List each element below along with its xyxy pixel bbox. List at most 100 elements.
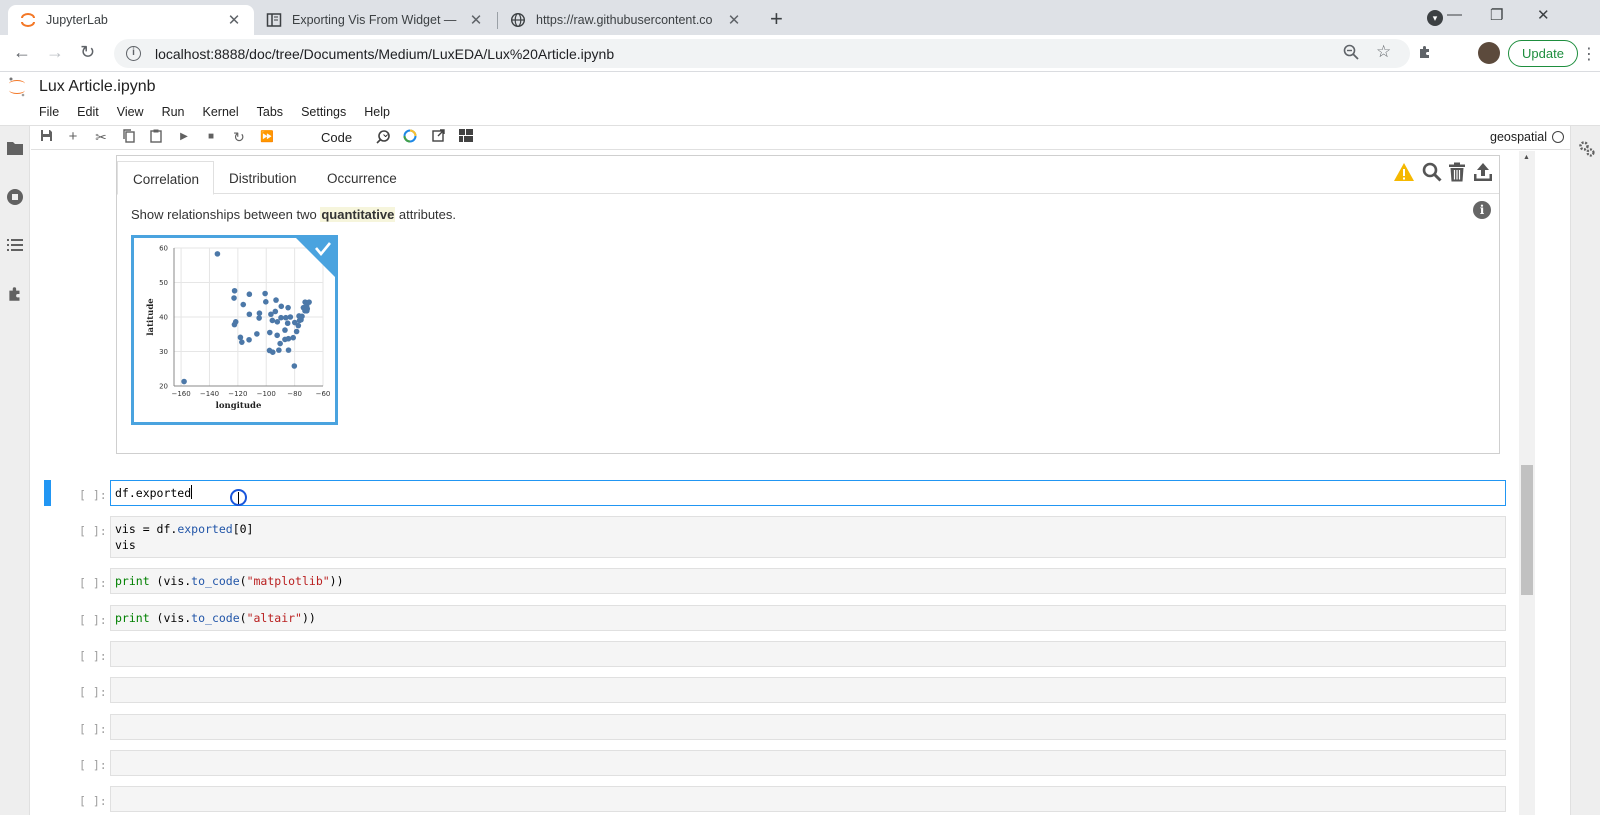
scatter-point	[240, 301, 247, 308]
tab-correlation[interactable]: Correlation	[117, 161, 214, 195]
warning-icon[interactable]	[1393, 162, 1415, 182]
run-cell-icon[interactable]: ▶	[176, 129, 192, 145]
code-keyword: print	[115, 574, 150, 588]
menu-view[interactable]: View	[117, 105, 144, 119]
code-text: [0]	[232, 522, 254, 536]
zoom-icon[interactable]	[1343, 44, 1359, 64]
extension-manager-icon[interactable]	[6, 285, 24, 303]
lux-intent-description: Show relationships between two quantitat…	[131, 207, 456, 222]
code-cell-active[interactable]: [ ]: df.exported	[31, 480, 1511, 506]
table-of-contents-icon[interactable]	[6, 237, 24, 255]
browser-tab-lux-docs[interactable]: Exporting Vis From Widget — Lu ✕	[254, 5, 496, 35]
menu-file[interactable]: File	[39, 105, 59, 119]
address-bar[interactable]: i localhost:8888/doc/tree/Documents/Medi…	[114, 39, 1410, 68]
back-icon[interactable]: ←	[13, 42, 31, 63]
running-kernels-icon[interactable]	[6, 188, 24, 206]
cell-editor[interactable]: vis = df.exported[0] vis	[110, 516, 1506, 558]
browser-tab-raw-github[interactable]: https://raw.githubusercontent.co ✕	[498, 5, 754, 35]
vis-card-selected[interactable]: −160 −140 −120 −100 −80 −60 20 30 40 50 60 longitud…	[131, 235, 338, 425]
menu-tabs[interactable]: Tabs	[257, 105, 283, 119]
minimize-icon[interactable]: —	[1447, 6, 1462, 23]
new-tab-button[interactable]: +	[770, 6, 783, 32]
cell-editor[interactable]: df.exported	[110, 480, 1506, 506]
scatter-point	[284, 320, 291, 327]
close-tab-icon[interactable]: ✕	[226, 11, 242, 29]
browser-tab-jupyterlab[interactable]: JupyterLab ✕	[8, 5, 254, 35]
restart-kernel-icon[interactable]: ↻	[231, 129, 247, 145]
tab-occurrence[interactable]: Occurrence	[312, 161, 409, 195]
notebook-scrollbar[interactable]: ▲	[1519, 151, 1535, 815]
y-tick-label: 60	[159, 245, 168, 253]
code-cell-empty[interactable]: [ ]:	[31, 677, 1511, 703]
cut-icon[interactable]: ✂	[93, 129, 109, 145]
close-tab-icon[interactable]: ✕	[726, 11, 742, 29]
copy-icon[interactable]	[121, 129, 137, 145]
restart-run-all-icon[interactable]: ⏩	[259, 129, 275, 145]
code-cell-empty[interactable]: [ ]:	[31, 750, 1511, 776]
cell-editor[interactable]	[110, 786, 1506, 812]
menu-edit[interactable]: Edit	[77, 105, 99, 119]
restore-icon[interactable]: ❐	[1490, 6, 1503, 24]
scatter-point	[278, 303, 285, 310]
menu-settings[interactable]: Settings	[301, 105, 346, 119]
scatter-point	[276, 347, 282, 353]
forward-icon[interactable]: →	[46, 42, 64, 63]
property-inspector-gears-icon[interactable]	[1578, 140, 1596, 163]
profile-avatar[interactable]	[1478, 42, 1500, 64]
lux-widget: Correlation Distribution Occurrence Show…	[116, 155, 1500, 454]
paste-icon[interactable]	[148, 129, 164, 145]
insert-cell-icon[interactable]: +	[65, 129, 81, 145]
code-cell-empty[interactable]: [ ]:	[31, 786, 1511, 812]
cell-prompt: [ ]:	[79, 722, 107, 736]
scatter-point	[272, 308, 279, 315]
code-text: vis = df.	[115, 522, 178, 536]
extensions-icon[interactable]	[1417, 44, 1433, 65]
active-cell-indicator[interactable]	[44, 480, 51, 506]
main-menu-bar: File Edit View Run Kernel Tabs Settings …	[39, 105, 408, 119]
cell-editor[interactable]: print (vis.to_code("matplotlib"))	[110, 568, 1506, 594]
code-cell[interactable]: [ ]: print (vis.to_code("altair"))	[31, 605, 1511, 631]
url-text[interactable]: localhost:8888/doc/tree/Documents/Medium…	[155, 46, 614, 62]
search-icon[interactable]	[1422, 162, 1442, 187]
code-cell[interactable]: [ ]: vis = df.exported[0] vis	[31, 516, 1511, 558]
code-cell[interactable]: [ ]: print (vis.to_code("matplotlib"))	[31, 568, 1511, 594]
info-icon[interactable]: i	[1473, 201, 1491, 219]
cell-editor[interactable]	[110, 677, 1506, 703]
lux-toggle-icon[interactable]	[375, 129, 391, 145]
menu-kebab-icon[interactable]: ⋮	[1581, 44, 1597, 64]
reload-icon[interactable]: ↻	[80, 42, 95, 63]
menu-run[interactable]: Run	[162, 105, 185, 119]
export-upload-icon[interactable]	[1473, 162, 1493, 187]
scatter-point	[290, 334, 296, 341]
cell-type-select[interactable]: Code	[321, 130, 352, 145]
lux-widget-icon[interactable]	[402, 129, 418, 145]
menu-help[interactable]: Help	[364, 105, 390, 119]
update-button[interactable]: Update	[1508, 40, 1578, 67]
scrollbar-thumb[interactable]	[1521, 465, 1533, 595]
code-cell-empty[interactable]: [ ]:	[31, 641, 1511, 667]
cell-editor[interactable]	[110, 714, 1506, 740]
cell-editor[interactable]	[110, 750, 1506, 776]
folder-icon[interactable]	[6, 140, 24, 158]
site-info-icon[interactable]: i	[126, 46, 141, 61]
close-tab-icon[interactable]: ✕	[468, 11, 484, 29]
cell-editor[interactable]: print (vis.to_code("altair"))	[110, 605, 1506, 631]
x-tick-label: −140	[200, 390, 219, 398]
code-cell-empty[interactable]: [ ]:	[31, 714, 1511, 740]
menu-kernel[interactable]: Kernel	[203, 105, 239, 119]
dashboard-layout-icon[interactable]	[458, 129, 474, 145]
delete-trash-icon[interactable]	[1448, 162, 1466, 187]
save-icon[interactable]	[38, 129, 54, 145]
scroll-up-icon[interactable]: ▲	[1523, 154, 1530, 161]
open-external-icon[interactable]	[430, 129, 446, 145]
kernel-name[interactable]: geospatial	[1490, 130, 1547, 144]
interrupt-kernel-icon[interactable]: ■	[203, 129, 219, 145]
bookmark-star-icon[interactable]: ☆	[1376, 42, 1391, 62]
scatter-point	[285, 335, 292, 342]
tab-search-icon[interactable]: ▾	[1427, 10, 1443, 26]
close-window-icon[interactable]: ✕	[1537, 6, 1550, 24]
cell-editor[interactable]	[110, 641, 1506, 667]
x-tick-label: −60	[316, 390, 331, 398]
scatter-point	[231, 321, 238, 328]
tab-distribution[interactable]: Distribution	[214, 161, 311, 195]
